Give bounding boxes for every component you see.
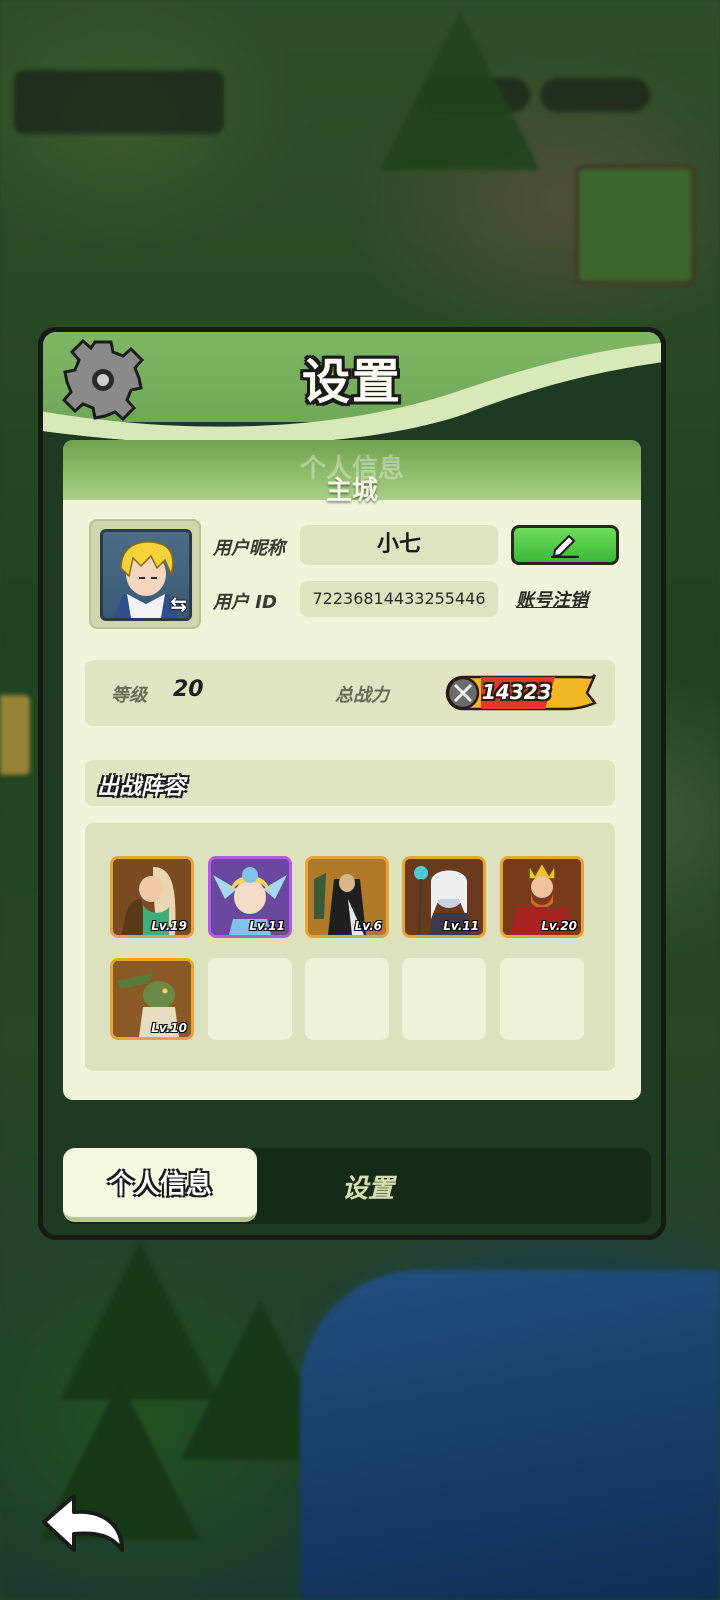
dialog-title: 设置 [301,354,402,410]
power-value: 14323 [482,680,552,704]
tab-profile[interactable]: 个人信息 [63,1148,257,1222]
lineup-header: 出战阵容 [85,760,615,806]
hero-level: Lv.10 [151,1021,187,1035]
level-label: 等级 [111,685,147,706]
nickname-field: 小七 [300,525,498,565]
hero-slot-1[interactable]: Lv.19 [110,856,194,938]
hero-slot-3[interactable]: Lv.6 [305,856,389,938]
avatar[interactable]: ⇆ [100,529,192,621]
user-id-field: 72236814433255446 [300,581,498,617]
cancel-account-link[interactable]: 账号注销 [516,586,588,612]
hero-slot-2[interactable]: Lv.11 [208,856,292,938]
back-arrow-icon[interactable] [38,1492,128,1562]
hero-level: Lv.11 [443,919,479,933]
empty-hero-slot[interactable] [500,958,584,1040]
edit-nickname-button[interactable] [511,525,619,565]
hero-level: Lv.20 [541,919,577,933]
user-id-label: 用户 ID [213,592,277,613]
profile-panel: 个人信息 主城 ⇆ 用户昵称 小七 用户 ID 7223681443325544… [63,440,641,1100]
power-label: 总战力 [335,685,389,706]
hero-slot-6[interactable]: Lv.10 [110,958,194,1040]
nickname-label: 用户昵称 [213,538,285,559]
empty-hero-slot[interactable] [305,958,389,1040]
hero-level: Lv.11 [249,919,285,933]
empty-hero-slot[interactable] [402,958,486,1040]
hero-level: Lv.19 [151,919,187,933]
swap-icon[interactable]: ⇆ [170,592,187,616]
lineup-title: 出战阵容 [97,775,186,800]
hero-slot-4[interactable]: Lv.11 [402,856,486,938]
hero-level: Lv.6 [354,919,382,933]
edit-pencil-icon [551,534,579,558]
avatar-frame[interactable]: ⇆ [89,519,201,629]
panel-subtitle: 主城 [325,476,378,506]
level-value: 20 [173,677,204,702]
lineup-grid: Lv.19 Lv.11 Lv.6 Lv.11 Lv.20 Lv.10 [85,823,615,1071]
hero-slot-5[interactable]: Lv.20 [500,856,584,938]
tab-settings[interactable]: 设置 [273,1148,463,1224]
stats-row: 等级 20 总战力 14323 [85,660,615,726]
empty-hero-slot[interactable] [208,958,292,1040]
settings-dialog: 设置 个人信息 主城 ⇆ 用户昵称 小七 用户 ID 7223681443325… [38,327,666,1240]
